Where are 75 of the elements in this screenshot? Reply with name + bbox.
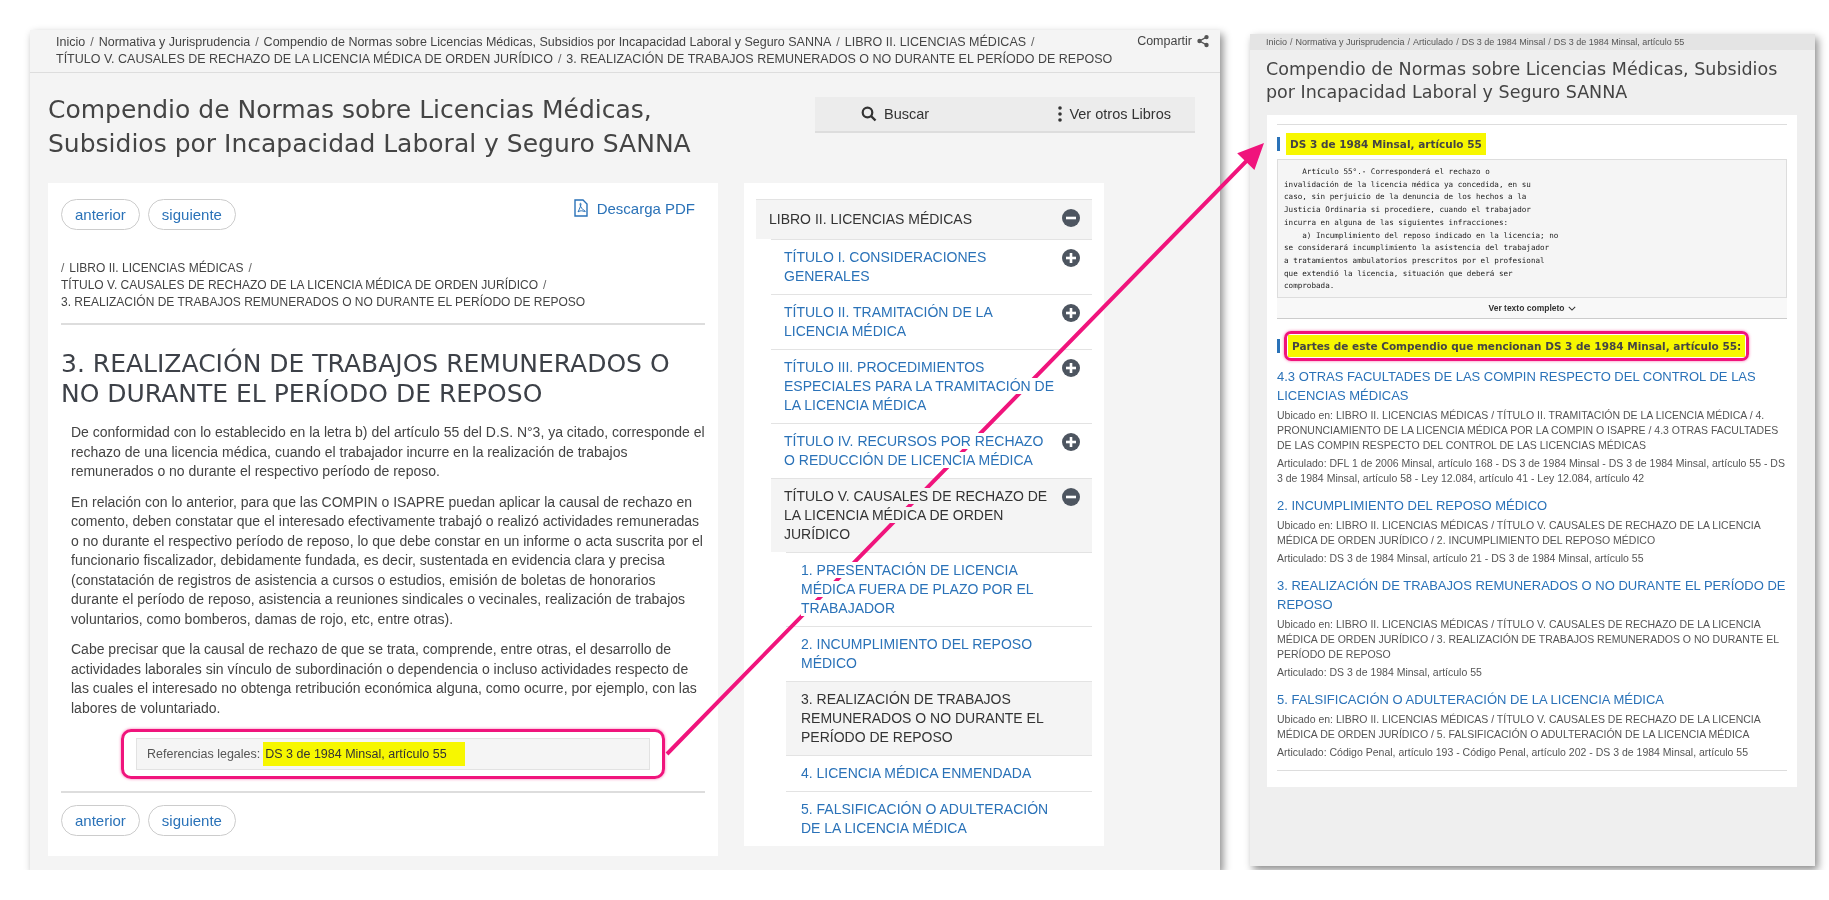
breadcrumb-link[interactable]: DS 3 de 1984 Minsal, artículo 55: [1553, 37, 1685, 47]
tree-item[interactable]: 4. LICENCIA MÉDICA ENMENDADA: [786, 756, 1092, 791]
breadcrumb-separator: /: [90, 34, 94, 51]
location-text: Ubicado en: LIBRO II. LICENCIAS MÉDICAS / TÍTULO V. CAUSALES DE RECHAZO DE LA LICENCIA MÉDICA DE ORDEN JURÍDICO / 2. INCUMPLIMIENTO DEL REPOSO MÉDICO: [1277, 518, 1762, 549]
breadcrumb-link[interactable]: TÍTULO V. CAUSALES DE RECHAZO DE LA LICENCIA MÉDICA DE ORDEN JURÍDICO: [56, 51, 553, 68]
article-heading: DS 3 de 1984 Minsal, artículo 55: [1286, 133, 1486, 155]
breadcrumb-link[interactable]: Inicio: [56, 34, 86, 51]
location-text: Ubicado en: LIBRO II. LICENCIAS MÉDICAS / TÍTULO II. TRAMITACIÓN DE LA LICENCIA MÉDICA / 4. PRONUNCIAMIENTO DE LA LICENCIA MÉDICA POR LA COMPIN O ISAPRE / 4.3 OTRAS FACULTADES DE LAS COMPIN RESPECTO DEL CONTROL DE LAS LICENCIAS MÉDICAS: [1277, 408, 1780, 454]
breadcrumb-separator: /: [557, 51, 562, 68]
expand-icon: [1062, 304, 1080, 322]
result-link[interactable]: 3. REALIZACIÓN DE TRABAJOS REMUNERADOS O NO DURANTE EL PERÍODO DE REPOSO: [1277, 576, 1787, 615]
articles-text: Articulado: DS 3 de 1984 Minsal, artículo 21 - DS 3 de 1984 Minsal, artículo 55: [1277, 551, 1645, 567]
share-icon: [1196, 34, 1210, 48]
breadcrumb-separator: /: [543, 277, 547, 294]
share-link[interactable]: Compartir: [1137, 34, 1210, 48]
articles-text: Articulado: Código Penal, artículo 193 - Código Penal, artículo 202 - DS 3 de 1984 Minsal, artículo 55: [1277, 745, 1750, 761]
breadcrumb-link[interactable]: DS 3 de 1984 Minsal: [1461, 37, 1546, 47]
breadcrumb-link[interactable]: 3. REALIZACIÓN DE TRABAJOS REMUNERADOS O NO DURANTE EL PERÍODO DE REPOSO: [566, 51, 1113, 68]
breadcrumb-link[interactable]: LIBRO II. LICENCIAS MÉDICAS: [844, 34, 1027, 51]
chevron-down-icon: [1567, 305, 1576, 311]
tree-item[interactable]: 3. REALIZACIÓN DE TRABAJOS REMUNERADOS O NO DURANTE EL PERÍODO DE REPOSO: [786, 682, 1092, 755]
breadcrumb-link[interactable]: Compendio de Normas sobre Licencias Médicas, Subsidios por Incapacidad Laboral y Seguro SANNA: [263, 34, 832, 51]
reference-link[interactable]: DS 3 de 1984 Minsal, artículo 55: [263, 742, 465, 766]
tree-item[interactable]: 2. INCUMPLIMIENTO DEL REPOSO MÉDICO: [786, 627, 1092, 681]
breadcrumb-link[interactable]: TÍTULO V. CAUSALES DE RECHAZO DE LA LICENCIA MÉDICA DE ORDEN JURÍDICO: [61, 277, 538, 294]
next-button[interactable]: siguiente: [147, 805, 236, 836]
breadcrumb-link[interactable]: Normativa y Jurisprudencia: [1295, 37, 1405, 47]
page-title: Compendio de Normas sobre Licencias Médicas, Subsidios por Incapacidad Laboral y Seguro SANNA: [1266, 58, 1779, 104]
search-button[interactable]: Buscar: [861, 106, 930, 122]
expand-icon: [1062, 249, 1080, 267]
download-pdf-link[interactable]: Descarga PDF: [573, 199, 695, 217]
expand-icon: [1062, 359, 1080, 377]
articles-text: Articulado: DS 3 de 1984 Minsal, artículo 55: [1277, 665, 1483, 681]
breadcrumb-separator: /: [255, 34, 259, 51]
breadcrumb-separator: /: [836, 34, 840, 51]
show-full-text-button[interactable]: Ver texto completo: [1277, 298, 1787, 320]
location-text: Ubicado en: LIBRO II. LICENCIAS MÉDICAS / TÍTULO V. CAUSALES DE RECHAZO DE LA LICENCIA MÉDICA DE ORDEN JURÍDICO / 3. REALIZACIÓN DE TRABAJOS REMUNERADOS O NO DURANTE EL PERÍODO DE REPOSO: [1277, 617, 1780, 663]
breadcrumb-separator: /: [1456, 37, 1459, 47]
tree-item[interactable]: LIBRO II. LICENCIAS MÉDICAS: [756, 200, 1092, 239]
collapse-icon: [1062, 209, 1080, 227]
breadcrumb-separator: /: [248, 260, 252, 277]
breadcrumb-separator: /: [1407, 37, 1411, 47]
result-link[interactable]: 4.3 OTRAS FACULTADES DE LAS COMPIN RESPECTO DEL CONTROL DE LAS LICENCIAS MÉDICAS: [1277, 367, 1787, 406]
breadcrumb-link[interactable]: Articulado: [1413, 37, 1454, 47]
tree-item[interactable]: TÍTULO V. CAUSALES DE RECHAZO DE LA LICENCIA MÉDICA DE ORDEN JURÍDICO: [771, 479, 1092, 552]
location-text: Ubicado en: LIBRO II. LICENCIAS MÉDICAS / TÍTULO V. CAUSALES DE RECHAZO DE LA LICENCIA MÉDICA DE ORDEN JURÍDICO / 5. FALSIFICACIÓN O ADULTERACIÓN DE LA LICENCIA MÉDICA: [1277, 712, 1762, 743]
search-icon: [861, 106, 877, 122]
paragraph: Cabe precisar que la causal de rechazo de que se trata, comprende, entre otras, el desarrollo de actividades laborales sin vínculo de subordinación o dependencia o incluso actividades respecto de las cuales el interesado no obtenga retribución económica alguna, como ocurre, por ejemplo, con las labores de voluntariado.: [71, 640, 698, 718]
previous-button[interactable]: anterior: [61, 805, 140, 836]
result-link[interactable]: 5. FALSIFICACIÓN O ADULTERACIÓN DE LA LICENCIA MÉDICA: [1277, 690, 1787, 710]
more-books-button[interactable]: Ver otros Libros: [1058, 106, 1171, 122]
mentions-heading: Partes de este Compendio que mencionan DS 3 de 1984 Minsal, artículo 55:: [1288, 335, 1746, 358]
collapse-icon: [1062, 488, 1080, 506]
articles-text: Articulado: DFL 1 de 2006 Minsal, artículo 168 - DS 3 de 1984 Minsal - DS 3 de 1984 Minsal, artículo 55 - DS 3 de 1984 Minsal, artículo 58 - Ley 12.084, artículo 41 - Ley 12.084, artículo 42: [1277, 456, 1786, 487]
breadcrumb-link[interactable]: Normativa y Jurisprudencia: [98, 34, 251, 51]
tree-item[interactable]: TÍTULO I. CONSIDERACIONES GENERALES: [771, 240, 1092, 294]
breadcrumb-link[interactable]: 3. REALIZACIÓN DE TRABAJOS REMUNERADOS O NO DURANTE EL PERÍODO DE REPOSO: [61, 294, 586, 311]
previous-button[interactable]: anterior: [61, 199, 140, 230]
result-link[interactable]: 2. INCUMPLIMIENTO DEL REPOSO MÉDICO: [1277, 496, 1787, 516]
references-label: Referencias legales:: [147, 747, 261, 761]
pdf-file-icon: [573, 199, 588, 217]
page-title: Compendio de Normas sobre Licencias Médicas, Subsidios por Incapacidad Laboral y Seguro SANNA: [48, 94, 692, 160]
breadcrumb-link[interactable]: Inicio: [1266, 37, 1287, 47]
breadcrumb-separator: /: [61, 260, 65, 277]
kebab-icon: [1058, 106, 1063, 122]
breadcrumb-separator: /: [1548, 37, 1551, 47]
expand-icon: [1062, 433, 1080, 451]
breadcrumb-separator: /: [1290, 37, 1293, 47]
next-button[interactable]: siguiente: [147, 199, 236, 230]
paragraph: En relación con lo anterior, para que las COMPIN o ISAPRE puedan aplicar la causal de rechazo en comento, deben constatar que el interesado efectivamente trabajó o realizó actividades remuneradas o no durante el respectivo período de reposo, lo que debe constar en un informe o acta suscrita por el funcionario fiscalizador, debidamente fundada, es decir, sustentada en evidencia clara y precisa (constatación de registros de asistencia a cursos o estudios, emisión de boletas de honorarios durante el período de reposo, asistencia a reuniones sindicales o vecinales, realización de trabajos voluntarios, como bomberos, damas de rojo, etc, entre otras).: [71, 492, 704, 629]
breadcrumb-link[interactable]: LIBRO II. LICENCIAS MÉDICAS: [69, 260, 244, 277]
paragraph: De conformidad con lo establecido en la letra b) del artículo 55 del D.S. N°3, ya citado, corresponde el rechazo de una licencia médica, cuando el trabajador incurre en la realización de trabajos remunerados o no durante el respectivo período de reposo.: [71, 423, 705, 481]
breadcrumb-separator: /: [1031, 34, 1035, 51]
tree-item[interactable]: TÍTULO II. TRAMITACIÓN DE LA LICENCIA MÉDICA: [771, 295, 1092, 349]
section-heading: 3. REALIZACIÓN DE TRABAJOS REMUNERADOS O NO DURANTE EL PERÍODO DE REPOSO: [61, 349, 671, 409]
